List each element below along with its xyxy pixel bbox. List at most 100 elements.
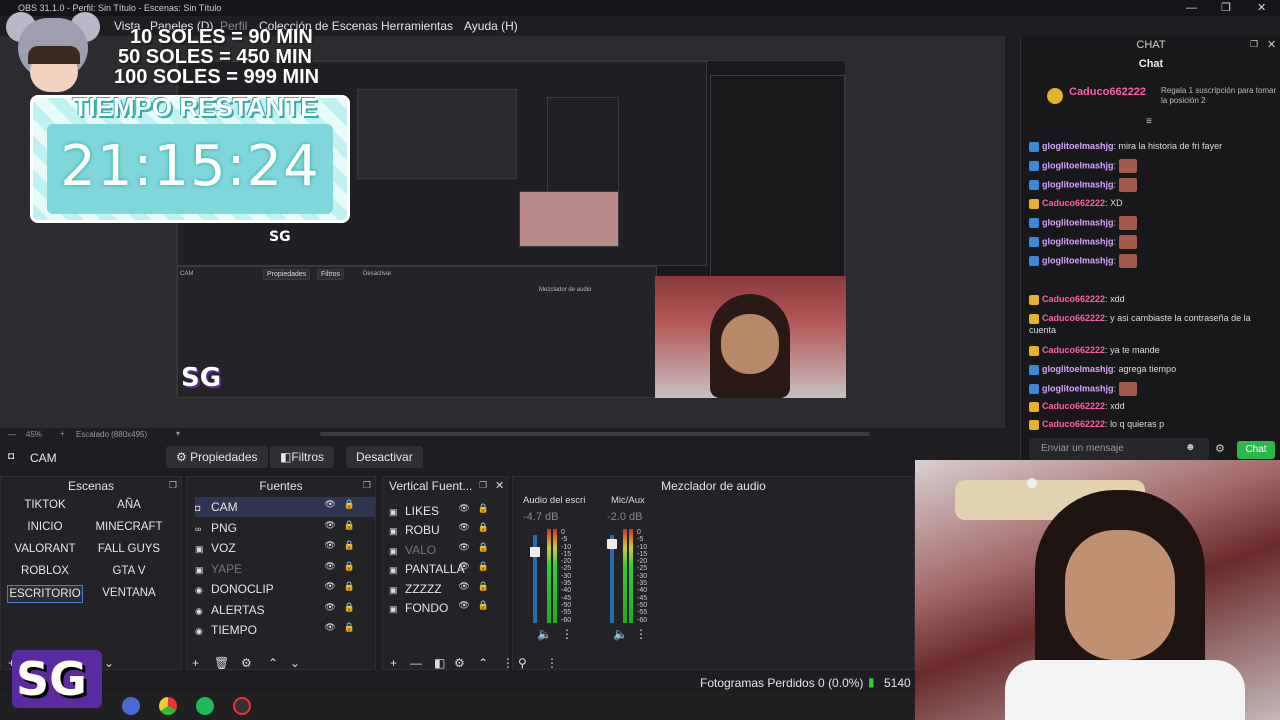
scene-item[interactable]: VALORANT — [7, 541, 83, 559]
menu-herramientas[interactable]: Herramientas — [381, 19, 453, 33]
speaker-icon[interactable]: 🔈 — [537, 627, 552, 641]
vertical-source-item[interactable]: ▣ ZZZZZ 👁🔒 — [389, 579, 505, 599]
chat-username[interactable]: gloglitoelmashjg — [1042, 217, 1114, 227]
chat-username[interactable]: gloglitoelmashjg — [1042, 179, 1114, 189]
more-icon[interactable]: ⋮ — [502, 656, 514, 670]
source-item[interactable]: ◉ DONOCLIP 👁🔒 — [195, 579, 375, 599]
visibility-lock-icons[interactable]: 👁🔒 — [458, 600, 497, 611]
more-icon[interactable]: ⋮ — [635, 627, 647, 641]
visibility-lock-icons[interactable]: 👁🔒 — [324, 581, 363, 592]
chat-username[interactable]: Caduco662222 — [1042, 294, 1105, 304]
source-item[interactable]: ∞ PNG 👁🔒 — [195, 518, 375, 538]
chrome-icon[interactable] — [159, 697, 177, 715]
horizontal-scrollbar[interactable] — [320, 432, 870, 436]
source-item[interactable]: ◉ ALERTAS 👁🔒 — [195, 600, 375, 620]
source-item[interactable]: ◘ CAM 👁🔒 — [195, 497, 375, 517]
chat-username[interactable]: Caduco662222 — [1042, 313, 1105, 323]
chat-username[interactable]: gloglitoelmashjg — [1042, 236, 1114, 246]
move-up-icon[interactable]: ⌃ — [478, 656, 488, 670]
visibility-lock-icons[interactable]: 👁🔒 — [324, 622, 363, 633]
db-tick-label: -55 — [561, 609, 572, 617]
undock-icon[interactable]: ❐ — [169, 480, 177, 491]
filter-icon[interactable]: ◧ — [434, 656, 445, 670]
visibility-lock-icons[interactable]: 👁🔒 — [324, 561, 363, 572]
visibility-lock-icons[interactable]: 👁🔒 — [458, 542, 497, 553]
close-icon[interactable]: ✕ — [1257, 1, 1266, 14]
undock-icon[interactable]: ❐ — [479, 480, 487, 491]
move-down-icon[interactable]: ⌄ — [290, 656, 300, 670]
chat-username[interactable]: gloglitoelmashjg — [1042, 255, 1114, 265]
obs-icon[interactable] — [233, 697, 251, 715]
undock-icon[interactable]: ❐ — [1250, 39, 1258, 50]
add-vertical-source-icon[interactable]: + — [390, 656, 397, 670]
vertical-source-item[interactable]: ▣ VALO 👁🔒 — [389, 540, 505, 560]
vertical-source-item[interactable]: ▣ ROBU 👁🔒 — [389, 520, 505, 540]
scene-item[interactable]: FALL GUYS — [91, 541, 167, 559]
spotify-icon[interactable] — [196, 697, 214, 715]
filters-button[interactable]: ◧Filtros — [270, 446, 335, 468]
scene-item[interactable]: INICIO — [7, 519, 83, 537]
move-up-icon[interactable]: ⌃ — [268, 656, 278, 670]
visibility-lock-icons[interactable]: 👁🔒 — [458, 581, 497, 592]
zoom-in-icon[interactable]: + — [60, 429, 65, 438]
gear-icon[interactable]: ⚙ — [454, 656, 465, 670]
vertical-source-item[interactable]: ▣ FONDO 👁🔒 — [389, 598, 505, 618]
add-source-icon[interactable]: + — [192, 656, 199, 670]
scene-item[interactable]: MINECRAFT — [91, 519, 167, 537]
scene-item[interactable]: ESCRITORIO — [7, 585, 83, 603]
scene-item[interactable]: GTA V — [91, 563, 167, 581]
scene-item[interactable]: VENTANA — [91, 585, 167, 603]
minimize-icon[interactable]: — — [1186, 2, 1197, 14]
channel-2-fader[interactable] — [607, 539, 617, 549]
app-icon[interactable] — [122, 697, 140, 715]
scene-item[interactable]: AÑA — [91, 497, 167, 515]
gear-icon[interactable]: ⚙ — [241, 656, 252, 670]
visibility-lock-icons[interactable]: 👁🔒 — [324, 540, 363, 551]
trash-icon[interactable]: 🗑 — [214, 656, 229, 670]
scene-item[interactable]: TIKTOK — [7, 497, 83, 515]
zoom-out-icon[interactable]: — — [8, 430, 16, 439]
vertical-source-item[interactable]: ▣ LIKES 👁🔒 — [389, 501, 505, 521]
menu-ayuda[interactable]: Ayuda (H) — [464, 19, 518, 33]
chat-username[interactable]: gloglitoelmashjg — [1042, 141, 1114, 151]
properties-button[interactable]: ⚙ Propiedades — [166, 446, 268, 468]
more-icon[interactable]: ⋮ — [561, 627, 573, 641]
settings-icon[interactable]: ⚙ — [1215, 442, 1225, 455]
source-item[interactable]: ▣ VOZ 👁🔒 — [195, 538, 375, 558]
visibility-lock-icons[interactable]: 👁🔒 — [458, 561, 497, 572]
source-item[interactable]: ◉ TIEMPO 👁🔒 — [195, 620, 375, 640]
chat-username[interactable]: gloglitoelmashjg — [1042, 383, 1114, 393]
chat-username[interactable]: Caduco662222 — [1042, 419, 1105, 429]
visibility-lock-icons[interactable]: 👁🔒 — [324, 499, 363, 510]
chat-username[interactable]: Caduco662222 — [1042, 198, 1105, 208]
channel-1-fader[interactable] — [530, 547, 540, 557]
chat-username[interactable]: Caduco662222 — [1042, 401, 1105, 411]
chat-username[interactable]: gloglitoelmashjg — [1042, 364, 1114, 374]
visibility-lock-icons[interactable]: 👁🔒 — [458, 503, 497, 514]
chat-send-button[interactable]: Chat — [1237, 441, 1275, 459]
more-icon[interactable]: ⋮ — [546, 656, 558, 670]
source-item[interactable]: ▣ YAPE 👁🔒 — [195, 559, 375, 579]
undock-icon[interactable]: ❐ — [363, 480, 371, 491]
chevron-down-icon[interactable]: ⌄ — [104, 656, 114, 670]
channel-1-meter-l — [547, 529, 551, 623]
close-icon[interactable]: ✕ — [495, 479, 504, 492]
deactivate-button[interactable]: Desactivar — [346, 446, 423, 468]
vertical-source-item[interactable]: ▣ PANTALLA 👁🔒 — [389, 559, 505, 579]
chat-username[interactable]: Caduco662222 — [1042, 345, 1105, 355]
top-gifter[interactable]: Caduco662222 — [1069, 86, 1146, 98]
visibility-lock-icons[interactable]: 👁🔒 — [324, 520, 363, 531]
remove-icon[interactable]: — — [410, 656, 422, 670]
scale-dropdown-icon[interactable]: ▾ — [176, 429, 180, 438]
mixer-settings-icon[interactable]: ⚲ — [518, 656, 527, 670]
chat-username[interactable]: gloglitoelmashjg — [1042, 160, 1114, 170]
close-chat-icon[interactable]: ✕ — [1267, 38, 1276, 51]
speaker-icon[interactable]: 🔈 — [613, 627, 628, 641]
db-tick-label: 0 — [561, 529, 565, 536]
chat-input[interactable]: Enviar un mensaje ☻ — [1029, 438, 1209, 460]
visibility-lock-icons[interactable]: 👁🔒 — [324, 602, 363, 613]
scene-item[interactable]: ROBLOX — [7, 563, 83, 581]
maximize-icon[interactable]: ❐ — [1221, 1, 1231, 14]
visibility-lock-icons[interactable]: 👁🔒 — [458, 522, 497, 533]
emote-icon[interactable]: ☻ — [1185, 442, 1196, 453]
